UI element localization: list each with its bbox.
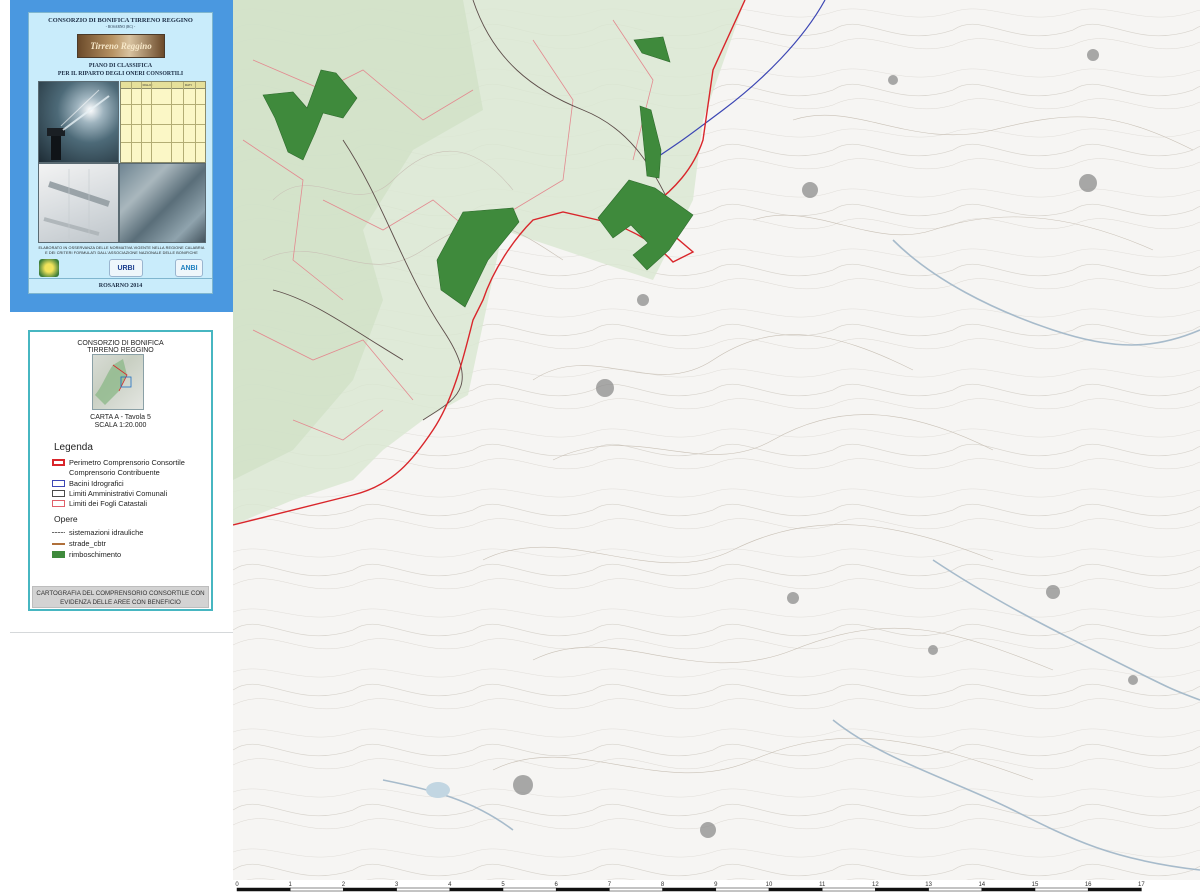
anbi-badge: ANBI bbox=[175, 259, 203, 277]
scale-segment bbox=[1034, 887, 1089, 892]
legend-title: Legenda bbox=[54, 442, 93, 453]
topographic-map[interactable] bbox=[233, 0, 1200, 895]
overview-map-icon bbox=[95, 359, 132, 405]
scale-label: SCALA 1:20.000 bbox=[94, 422, 147, 429]
drawing-roll-icon bbox=[43, 169, 110, 239]
sidebar: CONSORZIO DI BONIFICA TIRRENO REGGINO - … bbox=[0, 0, 234, 895]
cover-table: FOGLIO DATI bbox=[120, 81, 206, 163]
roads-swatch bbox=[52, 543, 65, 545]
cover-panel: CONSORZIO DI BONIFICA TIRRENO REGGINO - … bbox=[10, 0, 233, 312]
drawings-photo bbox=[38, 163, 119, 243]
scale-segment bbox=[396, 887, 451, 892]
canal-photo bbox=[119, 163, 206, 243]
scale-segment bbox=[343, 887, 397, 892]
table-header-right: DATI bbox=[185, 83, 192, 87]
scale-tick-label: 12 bbox=[872, 882, 879, 888]
overview-thumbnail[interactable] bbox=[92, 354, 144, 410]
perimeter-swatch bbox=[52, 459, 65, 466]
consortium-logo: Tirreno Reggino bbox=[77, 34, 165, 58]
cover-table-header: FOGLIO DATI bbox=[121, 82, 205, 89]
scale-segment bbox=[502, 887, 557, 892]
sprinkler-photo bbox=[38, 81, 119, 163]
scale-segment bbox=[289, 887, 344, 892]
cover-title: CONSORZIO DI BONIFICA TIRRENO REGGINO bbox=[48, 17, 193, 24]
cadastral-swatch bbox=[52, 500, 65, 507]
scale-segment bbox=[821, 887, 876, 892]
caption-line2: EVIDENZA DELLE AREE CON BENEFICIO bbox=[60, 599, 181, 606]
region-emblem-icon bbox=[39, 259, 59, 277]
scale-segment bbox=[1087, 887, 1142, 892]
scale-segment bbox=[981, 887, 1036, 892]
scale-tick-label: 17 bbox=[1138, 882, 1145, 888]
urbi-badge: URBI bbox=[109, 259, 143, 277]
scale-segment bbox=[928, 887, 983, 892]
lake bbox=[426, 782, 450, 798]
scale-tick-label: 15 bbox=[1032, 882, 1039, 888]
scale-tick-label: 11 bbox=[819, 882, 826, 888]
cover-note-line2: E DEI CRITERI FORMULATI DALL'ASSOCIAZION… bbox=[45, 251, 198, 255]
scale-segment bbox=[662, 887, 717, 892]
scale-tick-label: 13 bbox=[925, 882, 932, 888]
scale-tick-label: 14 bbox=[978, 882, 985, 888]
map-caption: CARTOGRAFIA DEL COMPRENSORIO CONSORTILE … bbox=[32, 586, 209, 608]
scale-tick-label: 10 bbox=[766, 882, 773, 888]
scale-tick-label: 16 bbox=[1085, 882, 1092, 888]
scale-segment bbox=[875, 887, 929, 892]
reforestation-swatch bbox=[52, 551, 65, 558]
sheet-label: CARTA A - Tavola 5 bbox=[90, 414, 151, 421]
opere-title: Opere bbox=[54, 514, 78, 524]
scale-segment bbox=[609, 887, 663, 892]
cover-plan-line1: PIANO DI CLASSIFICA bbox=[88, 63, 153, 69]
scale-segment bbox=[768, 887, 823, 892]
scale-bar: 0 1 2 3 4 5 6 7 8 9 10 11 12 13 14 15 16 17 bbox=[233, 880, 1200, 895]
scale-segment bbox=[555, 887, 610, 892]
caption-line1: CARTOGRAFIA DEL COMPRENSORIO CONSORTILE … bbox=[36, 590, 205, 597]
document-cover[interactable]: CONSORZIO DI BONIFICA TIRRENO REGGINO - … bbox=[28, 12, 213, 294]
municipal-swatch bbox=[52, 490, 65, 497]
sprinkler-icon bbox=[47, 89, 110, 160]
title-block: CONSORZIO DI BONIFICA TIRRENO REGGINO CA… bbox=[28, 330, 213, 611]
scale-segment bbox=[449, 887, 504, 892]
scale-segment bbox=[715, 887, 770, 892]
cover-plan-line2: PER IL RIPARTO DEGLI ONERI CONSORTILI bbox=[57, 71, 184, 77]
hydraulic-swatch bbox=[52, 532, 65, 533]
basins-swatch bbox=[52, 480, 65, 487]
info-panel: CONSORZIO DI BONIFICA TIRRENO REGGINO CA… bbox=[10, 312, 233, 633]
scale-segment bbox=[236, 887, 291, 892]
cover-footer: ROSARNO 2014 bbox=[29, 278, 212, 293]
cover-subtitle: - ROSARNO (RC) - bbox=[105, 25, 136, 29]
